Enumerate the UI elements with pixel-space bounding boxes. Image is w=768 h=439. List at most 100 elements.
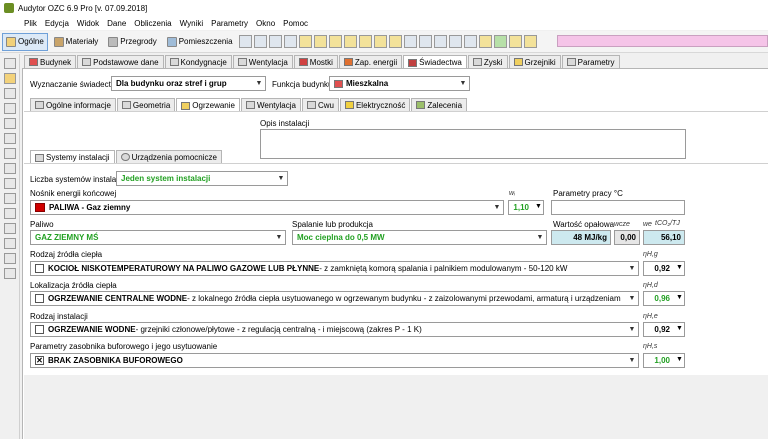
zoom-icon[interactable] bbox=[268, 35, 282, 48]
menu-dane[interactable]: Dane bbox=[107, 19, 126, 28]
menu-parametry[interactable]: Parametry bbox=[211, 19, 248, 28]
list2-icon[interactable] bbox=[418, 35, 432, 48]
menu-plik[interactable]: Plik bbox=[24, 19, 37, 28]
redo-icon[interactable] bbox=[3, 163, 16, 174]
tab-grzejniki[interactable]: Grzejniki bbox=[508, 55, 561, 68]
pomieszczenia-button[interactable]: Pomieszczenia bbox=[163, 33, 237, 51]
instalacja-checkbox bbox=[35, 325, 44, 334]
przegrody-button[interactable]: Przegrody bbox=[104, 33, 160, 51]
menu-wyniki[interactable]: Wyniki bbox=[180, 19, 203, 28]
chevron-down-icon[interactable]: ▼ bbox=[535, 203, 542, 210]
tab-urzadzenia-pomocnicze[interactable]: Urządzenia pomocnicze bbox=[115, 150, 222, 163]
menu-edycja[interactable]: Edycja bbox=[45, 19, 69, 28]
list4-icon[interactable] bbox=[448, 35, 462, 48]
liczba-select[interactable]: Jeden system instalacji ▼ bbox=[116, 171, 288, 186]
delete-icon[interactable] bbox=[3, 223, 16, 234]
grid-icon[interactable] bbox=[283, 35, 297, 48]
tab-mostki[interactable]: Mostki bbox=[293, 55, 338, 68]
chevron-down-icon: ▼ bbox=[493, 204, 501, 211]
tco2-input[interactable]: 56,10 bbox=[643, 230, 685, 245]
save-icon[interactable] bbox=[3, 88, 16, 99]
tab-systemy-instalacji[interactable]: Systemy instalacji bbox=[30, 150, 115, 164]
chart-icon[interactable] bbox=[238, 35, 252, 48]
tab-podstawowe-dane[interactable]: Podstawowe dane bbox=[77, 55, 164, 68]
recommendations-icon bbox=[416, 101, 426, 109]
nosnik-select[interactable]: PALIWA - Gaz ziemny ▼ bbox=[30, 200, 504, 215]
tab-kondygnacje[interactable]: Kondygnacje bbox=[164, 55, 232, 68]
menu-okno[interactable]: Okno bbox=[256, 19, 275, 28]
tab-zap-energii[interactable]: Zap. energii bbox=[338, 55, 403, 68]
tab-geometria[interactable]: Geometria bbox=[116, 98, 176, 111]
table7-icon[interactable] bbox=[388, 35, 402, 48]
calculator-icon[interactable] bbox=[3, 268, 16, 279]
table-icon[interactable] bbox=[298, 35, 312, 48]
menu-pomoc[interactable]: Pomoc bbox=[283, 19, 308, 28]
list-icon[interactable] bbox=[403, 35, 417, 48]
table2-icon[interactable] bbox=[313, 35, 327, 48]
report4-icon[interactable] bbox=[523, 35, 537, 48]
materialy-button[interactable]: Materiały bbox=[50, 33, 102, 51]
cut-icon[interactable] bbox=[3, 178, 16, 189]
list3-icon[interactable] bbox=[433, 35, 447, 48]
tab-swiadectwa[interactable]: Świadectwa bbox=[403, 55, 467, 69]
tab-zalecenia[interactable]: Zalecenia bbox=[411, 98, 468, 111]
new-icon[interactable] bbox=[3, 58, 16, 69]
opis-textarea[interactable] bbox=[260, 129, 686, 159]
table5-icon[interactable] bbox=[358, 35, 372, 48]
parametry-pracy-input[interactable] bbox=[551, 200, 685, 215]
print-icon[interactable] bbox=[3, 118, 16, 129]
instalacja-label: Rodzaj instalacji bbox=[30, 312, 88, 321]
ogolne-button[interactable]: Ogólne bbox=[2, 32, 48, 51]
chevron-down-icon[interactable]: ▼ bbox=[676, 264, 683, 271]
chevron-down-icon[interactable]: ▼ bbox=[676, 356, 683, 363]
empty-area bbox=[24, 375, 768, 439]
tab-cwu[interactable]: Cwu bbox=[301, 98, 339, 111]
wyznaczanie-select[interactable]: Dla budynku oraz stref i grup ▼ bbox=[111, 76, 266, 91]
instalacja-select[interactable]: OGRZEWANIE WODNE - grzejniki członowe/pł… bbox=[30, 322, 639, 337]
title-bar: Audytor OZC 6.9 Pro [v. 07.09.2018] bbox=[0, 0, 768, 16]
table3-icon[interactable] bbox=[328, 35, 342, 48]
parameters-icon bbox=[566, 58, 576, 66]
eta-hd-label: ηH,d bbox=[643, 282, 658, 289]
save-as-icon[interactable] bbox=[3, 103, 16, 114]
tab-ogrzewanie[interactable]: Ogrzewanie bbox=[176, 98, 240, 112]
paliwo-label: Paliwo bbox=[30, 220, 54, 229]
tab-sub-wentylacja[interactable]: Wentylacja bbox=[240, 98, 301, 111]
report3-icon[interactable] bbox=[508, 35, 522, 48]
paliwo-select[interactable]: GAZ ZIEMNY MŚ ▼ bbox=[30, 230, 286, 245]
tab-parametry[interactable]: Parametry bbox=[561, 55, 620, 68]
wartosc-input[interactable]: 48 MJ/kg bbox=[551, 230, 611, 245]
zasobnik-select[interactable]: ✕ BRAK ZASOBNIKA BUFOROWEGO ▼ bbox=[30, 353, 639, 368]
chevron-down-icon: ▼ bbox=[536, 234, 544, 241]
find-next-icon[interactable] bbox=[3, 253, 16, 264]
undo-icon[interactable] bbox=[3, 148, 16, 159]
spalanie-label: Spalanie lub produkcja bbox=[292, 220, 373, 229]
preview-icon[interactable] bbox=[3, 133, 16, 144]
chevron-down-icon[interactable]: ▼ bbox=[676, 294, 683, 301]
menu-obliczenia[interactable]: Obliczenia bbox=[134, 19, 171, 28]
find-icon[interactable] bbox=[3, 238, 16, 249]
report2-icon[interactable] bbox=[493, 35, 507, 48]
chevron-down-icon[interactable]: ▼ bbox=[676, 325, 683, 332]
chevron-down-icon: ▼ bbox=[628, 295, 636, 302]
spalanie-select[interactable]: Moc cieplna do 0,5 MW ▼ bbox=[292, 230, 547, 245]
building-icon[interactable] bbox=[253, 35, 267, 48]
table4-icon[interactable] bbox=[343, 35, 357, 48]
list5-icon[interactable] bbox=[463, 35, 477, 48]
lokalizacja-select[interactable]: OGRZEWANIE CENTRALNE WODNE - z lokalnego… bbox=[30, 291, 639, 306]
tab-ogolne-informacje[interactable]: Ogólne informacje bbox=[30, 98, 116, 111]
funkcja-select[interactable]: Mieszkalna ▼ bbox=[329, 76, 470, 91]
tab-elektrycznosc[interactable]: Elektryczność bbox=[339, 98, 411, 111]
open-icon[interactable] bbox=[3, 73, 16, 84]
wcze-input[interactable]: 0,00 bbox=[614, 230, 640, 245]
tab-wentylacja[interactable]: Wentylacja bbox=[232, 55, 293, 68]
copy-icon[interactable] bbox=[3, 193, 16, 204]
report-icon[interactable] bbox=[478, 35, 492, 48]
menu-widok[interactable]: Widok bbox=[77, 19, 99, 28]
table6-icon[interactable] bbox=[373, 35, 387, 48]
tab-budynek[interactable]: Budynek bbox=[24, 55, 77, 68]
zrodlo-select[interactable]: KOCIOŁ NISKOTEMPERATUROWY NA PALIWO GAZO… bbox=[30, 261, 639, 276]
tab-zyski[interactable]: Zyski bbox=[467, 55, 508, 68]
energy-icon bbox=[343, 58, 353, 66]
paste-icon[interactable] bbox=[3, 208, 16, 219]
